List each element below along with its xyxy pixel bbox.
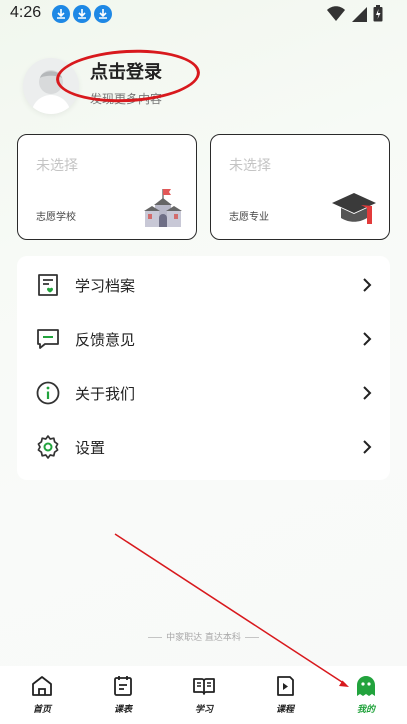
target-major-card[interactable]: 未选择 志愿专业 <box>210 134 390 240</box>
chevron-right-icon <box>363 440 372 454</box>
divider <box>148 637 163 638</box>
home-icon <box>32 676 52 696</box>
study-record-icon <box>38 274 58 296</box>
menu-label: 设置 <box>75 439 106 457</box>
chevron-right-icon <box>363 386 372 400</box>
book-icon <box>193 678 215 695</box>
settings-gear-icon <box>37 435 59 459</box>
avatar[interactable] <box>23 58 79 114</box>
nav-label: 课程 <box>275 705 294 715</box>
wifi-icon <box>327 5 345 21</box>
graduation-cap-icon <box>332 193 376 224</box>
download-icon <box>73 5 91 23</box>
profile-icon <box>357 676 375 696</box>
menu-item-study-record[interactable]: 学习档案 <box>17 258 390 312</box>
feedback-icon <box>37 329 59 349</box>
status-bar: 4:26 <box>0 0 407 28</box>
nav-item-study[interactable]: 学习 <box>174 674 234 720</box>
default-user-icon <box>31 70 71 114</box>
login-title[interactable]: 点击登录 <box>90 58 162 84</box>
menu-list: 学习档案 反馈意见 关于我们 设置 <box>17 256 390 480</box>
signal-icon <box>352 6 367 22</box>
nav-item-home[interactable]: 首页 <box>12 674 72 720</box>
footer-slogan: 中家职达 直达本科 <box>0 630 407 643</box>
bottom-nav: 首页 课表 学习 课程 我的 <box>0 666 407 724</box>
chevron-right-icon <box>363 332 372 346</box>
menu-item-about-us[interactable]: 关于我们 <box>17 366 390 420</box>
course-play-icon <box>277 676 294 696</box>
target-major-value: 未选择 <box>229 158 271 174</box>
menu-label: 反馈意见 <box>75 331 136 349</box>
info-icon <box>36 381 60 405</box>
schedule-icon <box>114 676 132 696</box>
status-time: 4:26 <box>10 4 42 21</box>
menu-item-feedback[interactable]: 反馈意见 <box>17 312 390 366</box>
chevron-right-icon <box>363 278 372 292</box>
nav-item-course[interactable]: 课程 <box>255 674 315 720</box>
target-major-label: 志愿专业 <box>229 212 269 223</box>
download-icon <box>94 5 112 23</box>
target-school-value: 未选择 <box>36 158 78 174</box>
target-school-card[interactable]: 未选择 志愿学校 <box>17 134 197 240</box>
target-school-label: 志愿学校 <box>36 212 76 223</box>
nav-label: 学习 <box>194 705 213 715</box>
nav-label: 我的 <box>356 705 375 715</box>
download-icon <box>52 5 70 23</box>
nav-label: 课表 <box>113 705 132 715</box>
login-subtitle: 发现更多内容 <box>90 92 163 106</box>
nav-item-schedule[interactable]: 课表 <box>93 674 153 720</box>
nav-label: 首页 <box>32 705 51 715</box>
slogan-text: 中家职达 直达本科 <box>166 633 241 643</box>
menu-label: 学习档案 <box>75 277 136 295</box>
school-building-icon <box>144 189 182 227</box>
battery-charging-icon <box>373 5 383 22</box>
menu-label: 关于我们 <box>75 385 136 403</box>
menu-item-settings[interactable]: 设置 <box>17 420 390 474</box>
divider <box>244 637 259 638</box>
nav-item-mine[interactable]: 我的 <box>336 674 396 720</box>
